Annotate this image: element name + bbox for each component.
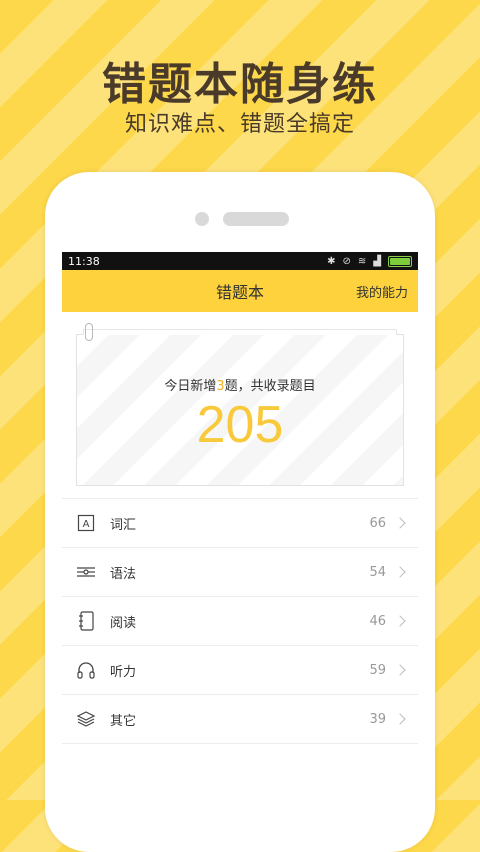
summary-total: 205 bbox=[196, 396, 284, 454]
promo-title: 错题本随身练 bbox=[102, 59, 378, 110]
list-item-label: 阅读 bbox=[110, 615, 137, 631]
list-bottom-space bbox=[62, 743, 418, 800]
chevron-right-icon bbox=[394, 517, 406, 529]
list-item-label: 听力 bbox=[110, 664, 137, 680]
layers-icon bbox=[76, 709, 96, 729]
list-item-count: 54 bbox=[369, 564, 386, 580]
chevron-right-icon bbox=[394, 615, 406, 627]
summary-card-container: 今日新增3题，共收录题目 205 bbox=[62, 312, 418, 498]
chevron-right-icon bbox=[394, 664, 406, 676]
list-item-reading[interactable]: 阅读 46 bbox=[62, 596, 418, 645]
sliders-icon bbox=[76, 562, 96, 582]
battery-icon bbox=[388, 255, 412, 267]
category-list: A 词汇 66 语法 54 阅读 46 听力 59 其它 39 bbox=[62, 498, 418, 800]
summary-new-count: 3 bbox=[216, 379, 225, 394]
speaker-icon bbox=[223, 212, 289, 226]
list-item-label: 词汇 bbox=[110, 517, 137, 533]
signal-icon: ▟ bbox=[373, 255, 381, 267]
letter-a-icon: A bbox=[76, 513, 96, 533]
list-item-count: 66 bbox=[369, 515, 386, 531]
app-bar: 错题本 我的能力 bbox=[62, 270, 418, 312]
list-item-listening[interactable]: 听力 59 bbox=[62, 645, 418, 694]
notebook-icon bbox=[76, 611, 96, 631]
chevron-right-icon bbox=[394, 713, 406, 725]
summary-text: 今日新增3题，共收录题目 bbox=[77, 375, 403, 394]
wifi-icon: ≋ bbox=[357, 255, 367, 267]
list-item-grammar[interactable]: 语法 54 bbox=[62, 547, 418, 596]
camera-icon bbox=[195, 212, 209, 226]
status-bar: 11:38 ✱ ⊘ ≋ ▟ bbox=[62, 252, 418, 270]
paperclip-icon bbox=[85, 323, 93, 341]
list-item-label: 其它 bbox=[110, 713, 137, 729]
card-stack-edge bbox=[83, 329, 397, 335]
list-item-count: 39 bbox=[369, 711, 386, 727]
status-time: 11:38 bbox=[68, 254, 100, 268]
summary-card: 今日新增3题，共收录题目 205 bbox=[76, 323, 404, 486]
list-item-other[interactable]: 其它 39 bbox=[62, 694, 418, 743]
headphones-icon bbox=[76, 660, 96, 680]
summary-suffix: 题，共收录题目 bbox=[224, 379, 316, 394]
my-ability-button[interactable]: 我的能力 bbox=[356, 282, 408, 301]
promo-subtitle: 知识难点、错题全搞定 bbox=[124, 112, 355, 137]
status-icons: ✱ ⊘ ≋ ▟ bbox=[327, 255, 412, 267]
svg-text:A: A bbox=[83, 519, 90, 530]
list-item-label: 语法 bbox=[110, 566, 137, 582]
summary-prefix: 今日新增 bbox=[164, 379, 217, 394]
list-item-count: 46 bbox=[369, 613, 386, 629]
chevron-right-icon bbox=[394, 566, 406, 578]
page-title: 错题本 bbox=[215, 283, 264, 302]
list-item-count: 59 bbox=[369, 662, 386, 678]
bluetooth-icon: ✱ bbox=[327, 255, 336, 267]
list-item-vocabulary[interactable]: A 词汇 66 bbox=[62, 498, 418, 547]
mute-icon: ⊘ bbox=[342, 255, 351, 267]
phone-screen: 11:38 ✱ ⊘ ≋ ▟ 错题本 我的能力 今日新增3题，共收录题目 205 … bbox=[62, 252, 418, 800]
